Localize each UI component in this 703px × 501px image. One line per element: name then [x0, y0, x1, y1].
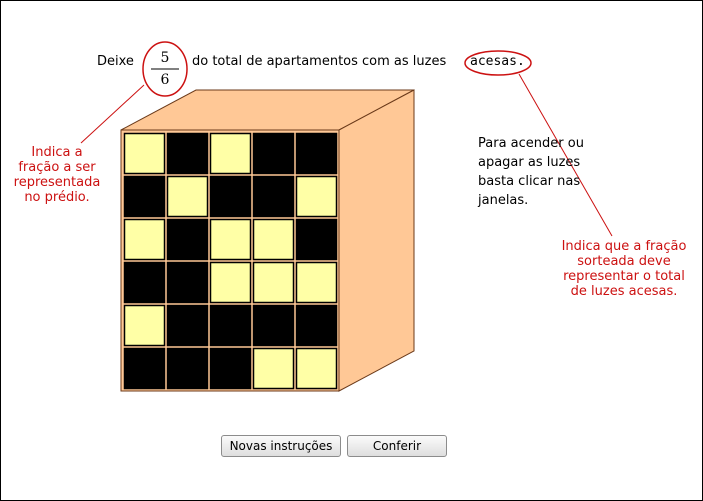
window-lit[interactable] — [295, 347, 338, 390]
window-lit[interactable] — [252, 347, 295, 390]
check-button[interactable]: Conferir — [347, 435, 447, 457]
window-dark[interactable] — [295, 132, 338, 175]
window-dark[interactable] — [252, 175, 295, 218]
building-side-wall — [338, 89, 415, 392]
window-lit[interactable] — [209, 218, 252, 261]
window-lit[interactable] — [123, 304, 166, 347]
window-dark[interactable] — [166, 347, 209, 390]
window-dark[interactable] — [166, 218, 209, 261]
window-dark[interactable] — [166, 304, 209, 347]
window-dark[interactable] — [252, 304, 295, 347]
window-lit[interactable] — [123, 132, 166, 175]
window-lit[interactable] — [209, 261, 252, 304]
new-instructions-button[interactable]: Novas instruções — [221, 435, 341, 457]
window-dark[interactable] — [166, 132, 209, 175]
window-dark[interactable] — [123, 175, 166, 218]
window-lit[interactable] — [123, 218, 166, 261]
window-dark[interactable] — [295, 304, 338, 347]
window-lit[interactable] — [252, 261, 295, 304]
window-lit[interactable] — [209, 132, 252, 175]
window-dark[interactable] — [209, 175, 252, 218]
window-dark[interactable] — [295, 218, 338, 261]
window-dark[interactable] — [123, 261, 166, 304]
window-dark[interactable] — [252, 132, 295, 175]
window-lit[interactable] — [166, 175, 209, 218]
building — [120, 89, 415, 392]
window-dark[interactable] — [209, 304, 252, 347]
window-lit[interactable] — [295, 261, 338, 304]
window-lit[interactable] — [295, 175, 338, 218]
window-lit[interactable] — [252, 218, 295, 261]
window-dark[interactable] — [209, 347, 252, 390]
window-dark[interactable] — [123, 347, 166, 390]
window-dark[interactable] — [166, 261, 209, 304]
activity-stage: Deixe 5 6 do total de apartamentos com a… — [0, 0, 703, 501]
